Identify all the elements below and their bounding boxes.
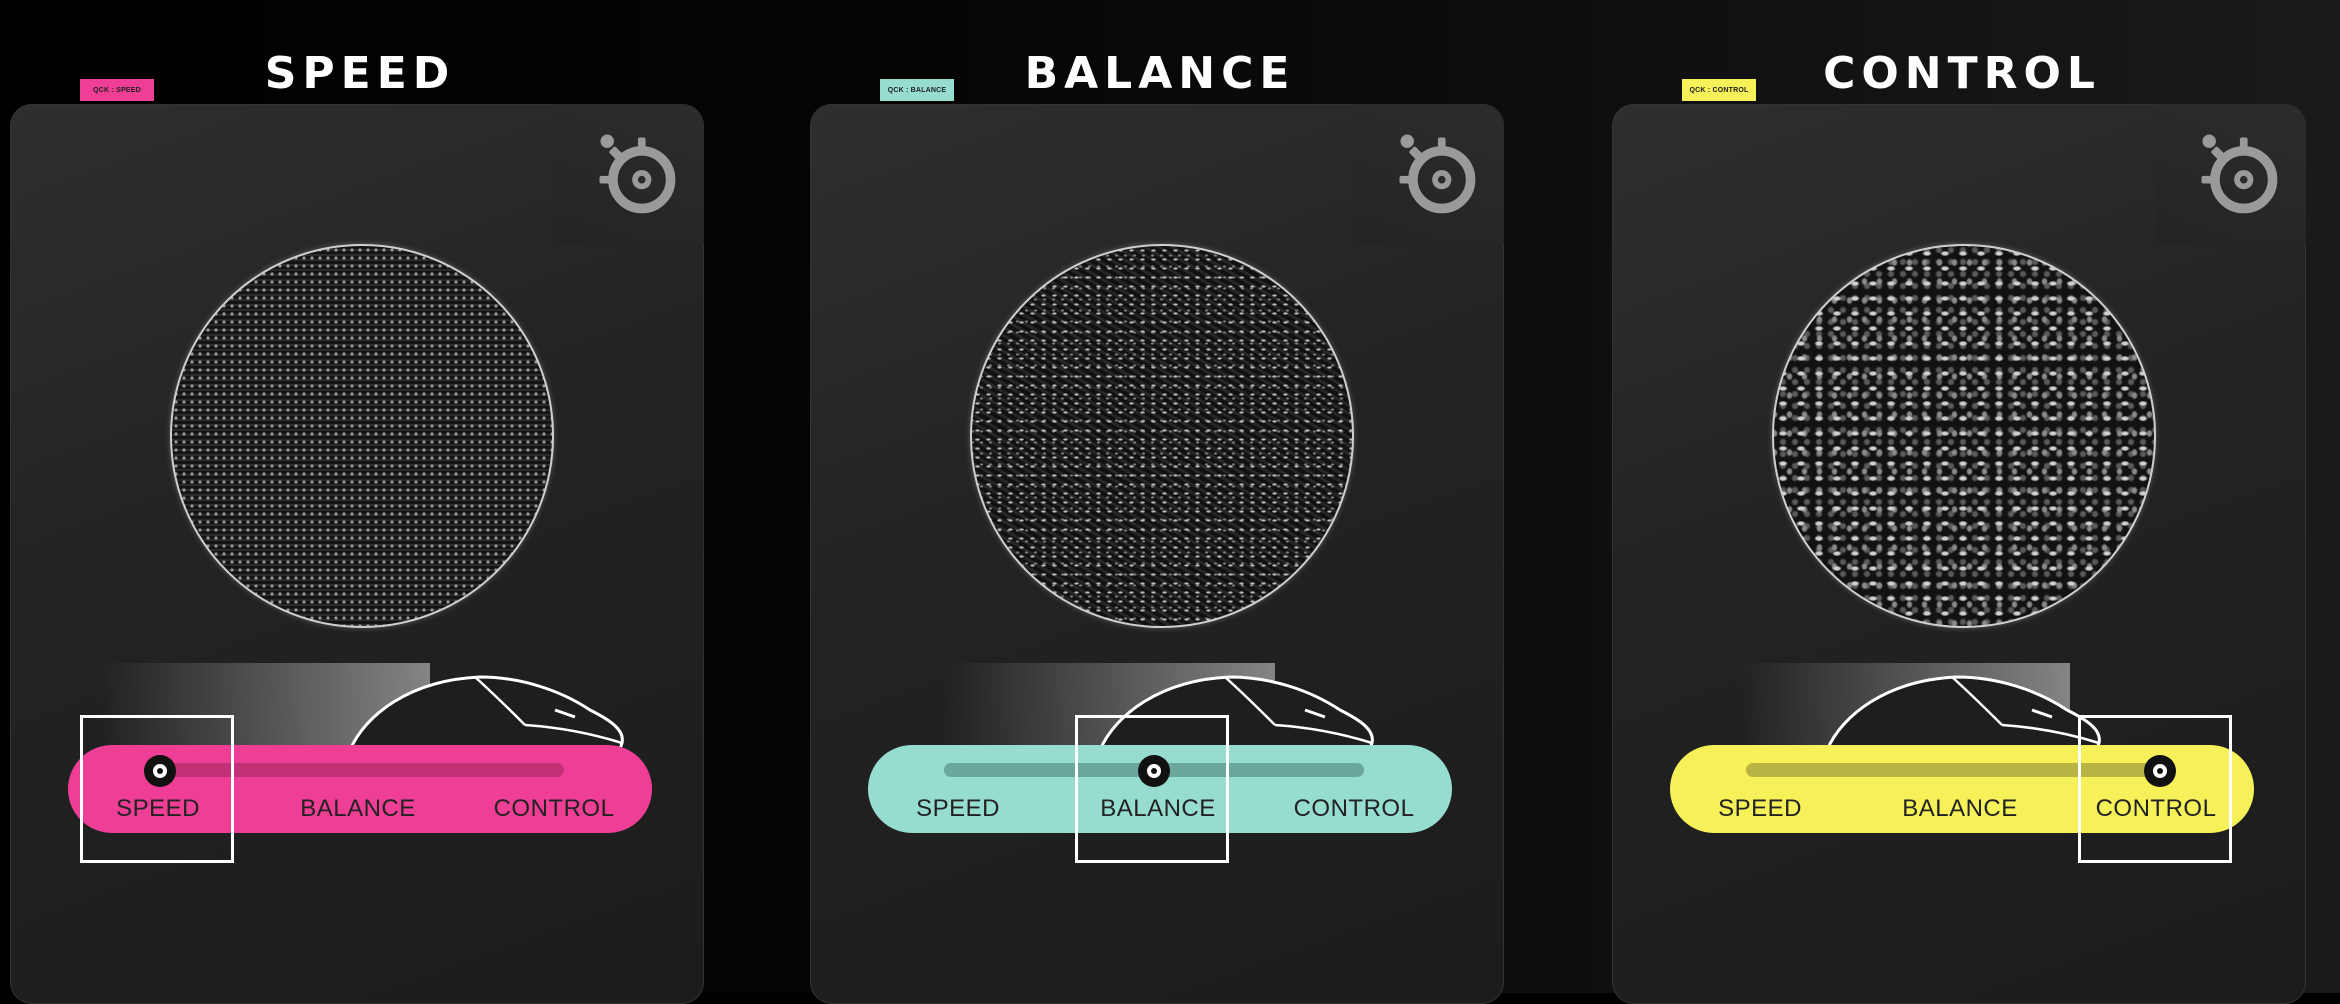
panel-balance: QCK : BALANCE BALANCE SPEED BALANCE CONT… — [810, 0, 1530, 1004]
panel-speed: QCK : SPEED SPEED SPEED BALANCE CONTROL — [10, 0, 730, 1004]
steelseries-logo-icon — [599, 134, 676, 214]
fabric-texture-speed — [170, 244, 554, 628]
mousepad-card — [1612, 104, 2306, 1004]
panel-title: CONTROL — [1823, 48, 2101, 99]
selection-highlight-box — [2078, 715, 2232, 863]
mousepad-card — [810, 104, 1504, 1004]
scale-label-control: CONTROL — [493, 795, 615, 822]
selection-highlight-box — [1075, 715, 1229, 863]
scale-label-balance: BALANCE — [300, 795, 416, 822]
fabric-texture-control — [1772, 244, 2156, 628]
steelseries-logo-icon — [1399, 134, 1476, 214]
fabric-texture-balance — [970, 244, 1354, 628]
selection-highlight-box — [80, 715, 234, 863]
scale-label-speed: SPEED — [916, 795, 1000, 822]
scale-label-speed: SPEED — [1718, 795, 1802, 822]
panel-title: BALANCE — [1024, 48, 1296, 99]
mousepad-card — [10, 104, 704, 1004]
steelseries-logo-icon — [2201, 134, 2278, 214]
panel-title: SPEED — [264, 48, 456, 99]
scale-label-control: CONTROL — [1293, 795, 1415, 822]
panel-control: QCK : CONTROL CONTROL SPEED BALANCE CONT… — [1612, 0, 2332, 1004]
scale-label-balance: BALANCE — [1902, 795, 2018, 822]
